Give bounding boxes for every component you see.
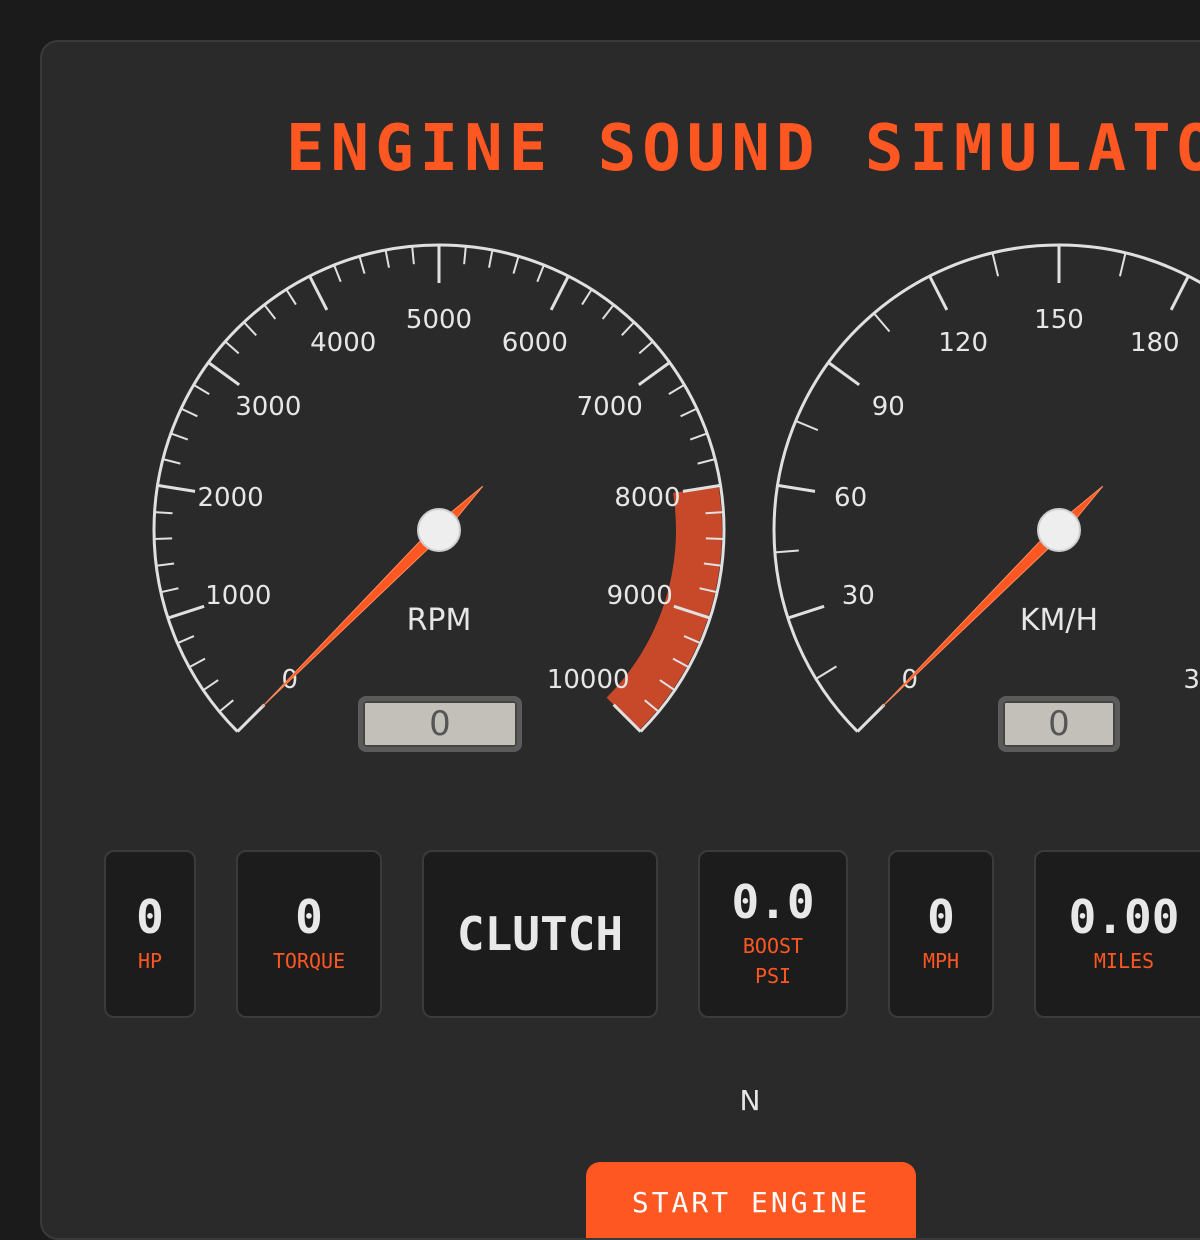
tachometer-minor-tick	[160, 587, 179, 594]
speedometer-tick-label: 300	[1183, 665, 1200, 695]
tachometer-minor-tick	[512, 256, 520, 274]
clutch-button[interactable]: CLUTCH	[422, 850, 658, 1018]
speedometer-tick-label: 30	[842, 581, 875, 611]
tachometer-minor-tick	[621, 321, 635, 337]
tachometer-minor-tick	[218, 699, 234, 713]
tachometer-tick-label: 9000	[607, 581, 673, 611]
tachometer-tick-label: 10000	[547, 665, 630, 695]
speedometer-major-tick	[856, 703, 886, 733]
hp-value: 0	[136, 889, 164, 944]
tachometer-minor-tick	[285, 288, 297, 306]
speedometer-minor-tick	[795, 420, 819, 432]
tachometer-major-tick	[157, 483, 196, 493]
boost-label-line1: BOOST	[742, 934, 804, 959]
tachometer-tick-label: 2000	[198, 483, 264, 513]
speedometer-major-tick	[1169, 275, 1190, 311]
tachometer-minor-tick	[162, 458, 181, 465]
torque-label: TORQUE	[272, 949, 346, 974]
tachometer-major-tick	[308, 275, 329, 311]
tachometer-needle-hub	[417, 508, 461, 552]
tachometer-minor-tick	[202, 679, 219, 692]
tachometer-minor-tick	[224, 340, 240, 355]
tachometer-minor-tick	[601, 304, 615, 320]
tachometer-tick-label: 4000	[310, 328, 376, 358]
boost-value: 0.0	[731, 874, 815, 929]
tachometer-minor-tick	[358, 256, 366, 274]
tachometer-minor-tick	[243, 321, 257, 337]
tachometer-minor-tick	[156, 562, 175, 567]
speedometer-tick-label: 180	[1130, 328, 1180, 358]
tachometer-minor-tick	[384, 249, 390, 268]
tachometer-minor-tick	[689, 432, 708, 441]
tachometer-minor-tick	[188, 657, 206, 669]
dashboard-panel: ENGINE SOUND SIMULATOR 01000200030004000…	[40, 40, 1200, 1240]
gear-indicator: N	[739, 1084, 761, 1117]
boost-display: 0.0 BOOST PSI	[698, 850, 848, 1018]
tachometer-minor-tick	[170, 432, 189, 441]
tachometer-tick-label: 8000	[614, 483, 680, 513]
speedometer-major-tick	[787, 604, 825, 620]
tachometer-gauge: 0100020003000400050006000700080009000100…	[152, 243, 1200, 733]
torque-value: 0	[295, 889, 323, 944]
tachometer-major-tick	[167, 604, 205, 620]
tachometer-unit-label: RPM	[407, 603, 472, 638]
tachometer-minor-tick	[154, 537, 173, 540]
hp-display: 0 HP	[104, 850, 196, 1018]
torque-display: 0 TORQUE	[236, 850, 382, 1018]
miles-display: 0.00 MILES	[1034, 850, 1200, 1018]
speedometer-minor-tick	[1118, 252, 1127, 277]
speed-readout: 0	[998, 696, 1120, 752]
tachometer-tick-label: 3000	[235, 392, 301, 422]
mph-value: 0	[927, 889, 955, 944]
speedometer-tick-label: 90	[872, 392, 905, 422]
tachometer-major-tick	[207, 361, 241, 387]
tachometer-major-tick	[637, 361, 671, 387]
tachometer-minor-tick	[536, 264, 545, 283]
speedometer-unit-label: KM/H	[1020, 603, 1098, 638]
speedometer-needle-hub	[1037, 508, 1081, 552]
hp-label: HP	[137, 949, 163, 974]
tachometer-minor-tick	[668, 384, 685, 395]
tachometer-minor-tick	[705, 511, 724, 515]
tachometer-major-tick	[236, 703, 266, 733]
tachometer-minor-tick	[180, 407, 198, 418]
miles-value: 0.00	[1068, 889, 1180, 944]
speedometer-major-tick	[827, 361, 861, 387]
speedometer-major-tick	[928, 275, 949, 311]
tachometer-minor-tick	[488, 249, 494, 268]
tachometer-major-tick	[549, 275, 570, 311]
tachometer-tick-label: 1000	[205, 581, 271, 611]
speedometer-tick-label: 120	[938, 328, 988, 358]
speedometer-major-tick	[777, 483, 816, 493]
start-engine-button[interactable]: START ENGINE	[586, 1162, 916, 1238]
rpm-readout: 0	[358, 696, 522, 752]
speedometer-minor-tick	[815, 665, 837, 680]
tachometer-minor-tick	[193, 384, 210, 395]
miles-label: MILES	[1093, 949, 1155, 974]
tachometer-tick-label: 7000	[577, 392, 643, 422]
tachometer-minor-tick	[705, 537, 724, 540]
tachometer-minor-tick	[263, 304, 277, 320]
tachometer-minor-tick	[697, 458, 716, 465]
speedometer-tick-label: 60	[834, 483, 867, 513]
boost-label: BOOST PSI	[743, 931, 803, 991]
speedometer-minor-tick	[774, 549, 799, 554]
tachometer-tick-label: 6000	[502, 328, 568, 358]
speedometer-minor-tick	[991, 252, 1000, 277]
tachometer-minor-tick	[638, 340, 654, 355]
speedometer-tick-label: 150	[1034, 305, 1084, 335]
tachometer-minor-tick	[411, 246, 415, 265]
mph-label: MPH	[922, 949, 960, 974]
tachometer-minor-tick	[581, 288, 593, 306]
tachometer-minor-tick	[154, 511, 173, 515]
speedometer-minor-tick	[873, 312, 891, 333]
tachometer-minor-tick	[333, 264, 342, 283]
tachometer-minor-tick	[463, 246, 467, 265]
mph-display: 0 MPH	[888, 850, 994, 1018]
boost-label-line2: PSI	[754, 964, 792, 989]
tachometer-minor-tick	[680, 407, 698, 418]
tachometer-tick-label: 5000	[406, 305, 472, 335]
tachometer-minor-tick	[177, 635, 195, 645]
